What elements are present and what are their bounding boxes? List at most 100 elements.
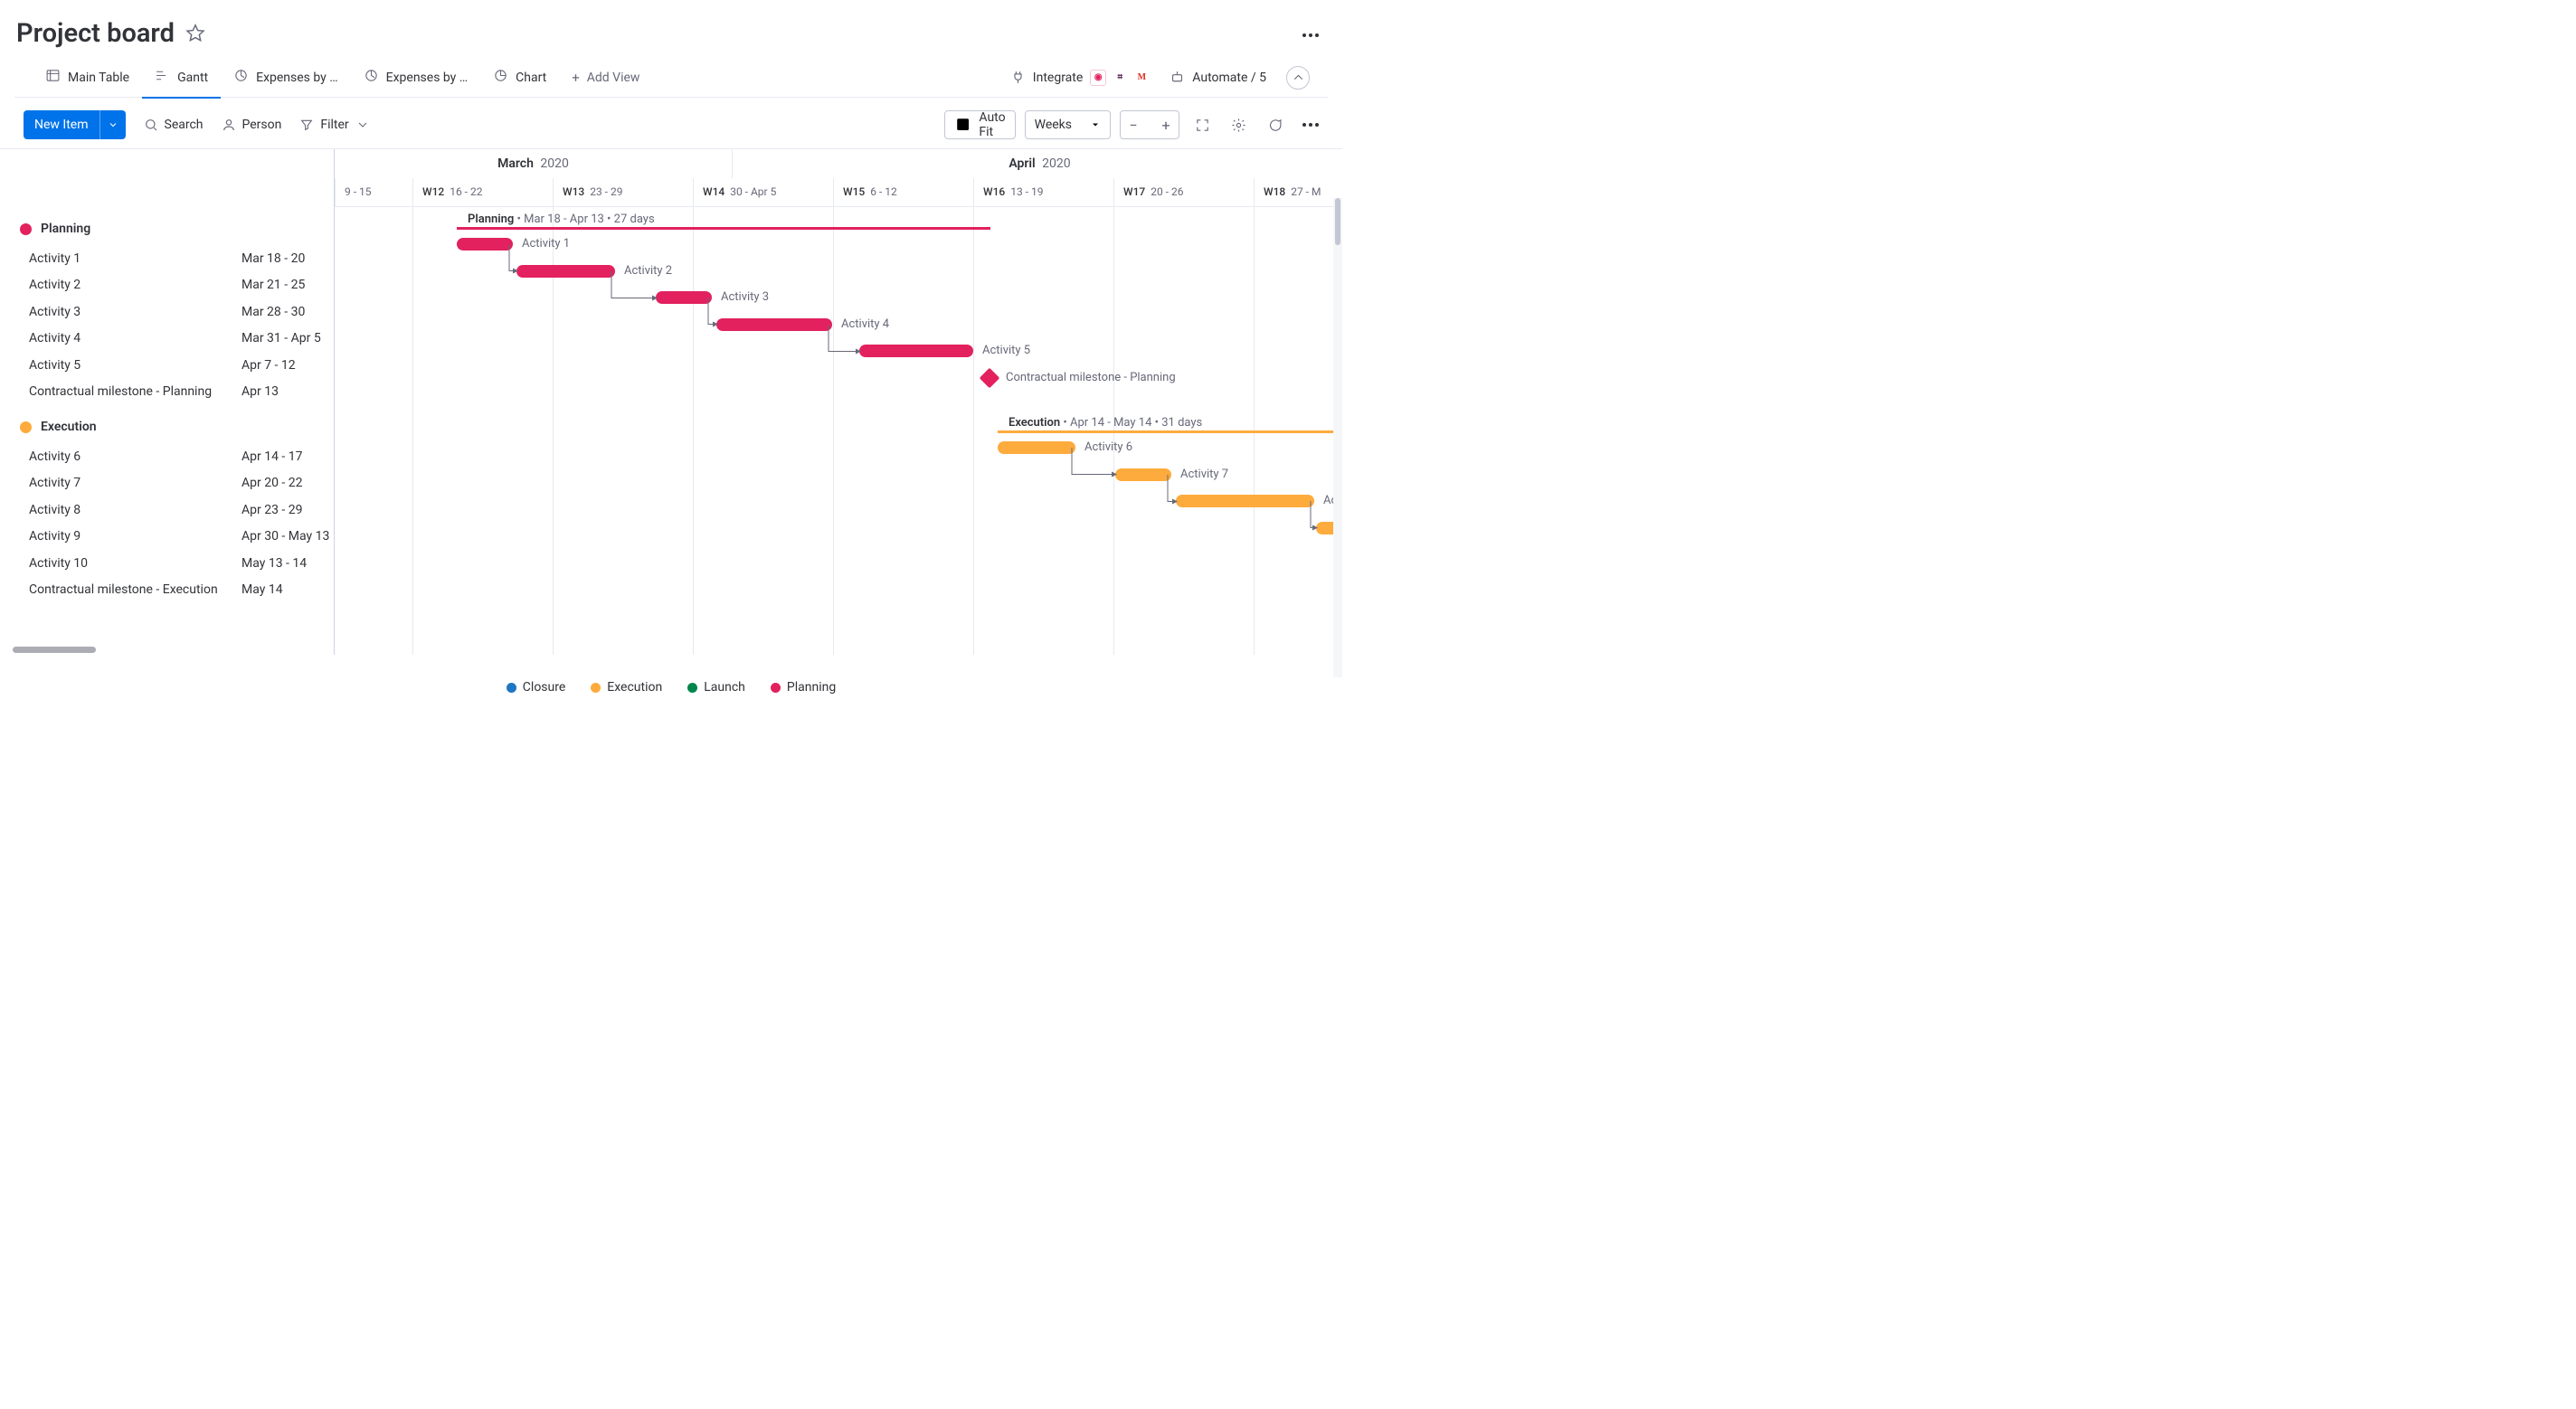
sidebar-scrollbar[interactable] bbox=[13, 647, 96, 653]
milestone-label: Contractual milestone - Planning bbox=[1006, 371, 1176, 384]
gantt-sidebar: PlanningActivity 1Mar 18 - 20Activity 2M… bbox=[0, 149, 335, 655]
legend-item[interactable]: Planning bbox=[771, 680, 836, 695]
plug-icon bbox=[1010, 70, 1026, 85]
task-row[interactable]: Activity 6Apr 14 - 17 bbox=[0, 443, 334, 470]
task-row[interactable]: Activity 2Mar 21 - 25 bbox=[0, 272, 334, 299]
fit-icon bbox=[954, 116, 971, 133]
chevron-down-icon bbox=[108, 119, 118, 130]
tab-view[interactable]: Chart bbox=[480, 58, 559, 98]
filter-button[interactable]: Filter bbox=[299, 118, 369, 132]
task-row[interactable]: Activity 10May 13 - 14 bbox=[0, 550, 334, 577]
task-row[interactable]: Contractual milestone - PlanningApr 13 bbox=[0, 379, 334, 406]
legend-item[interactable]: Launch bbox=[687, 680, 745, 695]
group-header[interactable]: Execution bbox=[0, 416, 334, 438]
group-header[interactable]: Planning bbox=[0, 218, 334, 240]
task-row[interactable]: Activity 8Apr 23 - 29 bbox=[0, 496, 334, 524]
task-name: Activity 4 bbox=[29, 331, 242, 345]
group-name: Execution bbox=[41, 420, 97, 434]
gantt-bar[interactable] bbox=[516, 265, 615, 278]
board-header: Project board bbox=[0, 0, 1342, 58]
legend-swatch bbox=[771, 683, 781, 693]
dependency-connector bbox=[1305, 499, 1327, 534]
gantt-bar[interactable] bbox=[859, 345, 973, 357]
comment-button[interactable] bbox=[1261, 111, 1288, 138]
new-item-dropdown[interactable] bbox=[99, 110, 126, 139]
add-view-button[interactable]: +Add View bbox=[559, 70, 652, 86]
chat-icon bbox=[1267, 118, 1283, 133]
task-row[interactable]: Activity 7Apr 20 - 22 bbox=[0, 470, 334, 497]
task-row[interactable]: Activity 5Apr 7 - 12 bbox=[0, 352, 334, 379]
dependency-connector bbox=[1066, 446, 1126, 480]
group-summary-bar[interactable] bbox=[457, 227, 990, 230]
task-name: Contractual milestone - Execution bbox=[29, 582, 242, 597]
tab-label: Expenses by … bbox=[256, 71, 338, 85]
gantt-bar[interactable] bbox=[998, 441, 1075, 454]
ellipsis-icon bbox=[1302, 123, 1319, 127]
task-name: Contractual milestone - Planning bbox=[29, 384, 242, 399]
task-dates: Apr 30 - May 13 bbox=[242, 529, 334, 544]
task-name: Activity 7 bbox=[29, 476, 242, 490]
gantt-bar[interactable] bbox=[1176, 495, 1314, 507]
gantt-bar-label: Activity 7 bbox=[1180, 468, 1228, 481]
more-actions-button[interactable] bbox=[1297, 111, 1324, 138]
group-name: Planning bbox=[41, 222, 90, 236]
plus-icon: + bbox=[572, 70, 580, 86]
tab-icon bbox=[493, 68, 508, 87]
timescale-selected: Weeks bbox=[1035, 118, 1072, 132]
person-icon bbox=[222, 118, 236, 132]
fullscreen-button[interactable] bbox=[1189, 111, 1216, 138]
search-button[interactable]: Search bbox=[144, 118, 204, 132]
task-row[interactable]: Activity 9Apr 30 - May 13 bbox=[0, 524, 334, 551]
week-label: W1430 - Apr 5 bbox=[693, 178, 785, 207]
legend-label: Closure bbox=[523, 680, 565, 695]
task-row[interactable]: Activity 4Mar 31 - Apr 5 bbox=[0, 326, 334, 353]
legend-swatch bbox=[687, 683, 697, 693]
legend-item[interactable]: Execution bbox=[591, 680, 662, 695]
task-dates: Apr 14 - 17 bbox=[242, 449, 334, 464]
tab-label: Main Table bbox=[68, 71, 129, 85]
tab-icon bbox=[233, 68, 249, 87]
task-dates: May 13 - 14 bbox=[242, 556, 334, 571]
automate-button[interactable]: Automate / 5 bbox=[1170, 70, 1266, 85]
task-dates: Apr 23 - 29 bbox=[242, 503, 334, 517]
tab-view[interactable]: Main Table bbox=[33, 58, 142, 98]
tab-icon bbox=[155, 68, 170, 87]
group-color-dot bbox=[20, 421, 32, 433]
task-row[interactable]: Contractual milestone - ExecutionMay 14 bbox=[0, 577, 334, 604]
timescale-select[interactable]: Weeks bbox=[1025, 110, 1111, 139]
milestone-diamond[interactable] bbox=[980, 367, 1000, 388]
auto-fit-button[interactable]: Auto Fit bbox=[944, 110, 1015, 139]
tab-view[interactable]: Gantt bbox=[142, 58, 221, 98]
dependency-connector bbox=[703, 296, 727, 330]
legend-label: Execution bbox=[607, 680, 662, 695]
integrate-button[interactable]: Integrate ◉ ⌗ M bbox=[1010, 70, 1151, 86]
gantt-bar[interactable] bbox=[716, 318, 832, 331]
tab-view[interactable]: Expenses by … bbox=[221, 58, 351, 98]
legend-label: Planning bbox=[787, 680, 836, 695]
collapse-header-button[interactable] bbox=[1286, 66, 1310, 90]
page-title[interactable]: Project board bbox=[16, 18, 175, 49]
task-dates: Mar 31 - Apr 5 bbox=[242, 331, 334, 345]
week-label: W1720 - 26 bbox=[1113, 178, 1192, 207]
star-icon[interactable] bbox=[185, 24, 205, 43]
settings-button[interactable] bbox=[1225, 111, 1252, 138]
task-row[interactable]: Activity 1Mar 18 - 20 bbox=[0, 245, 334, 272]
task-row[interactable]: Activity 3Mar 28 - 30 bbox=[0, 298, 334, 326]
vertical-scrollbar[interactable] bbox=[1333, 198, 1342, 677]
tab-label: Gantt bbox=[177, 71, 208, 85]
tab-view[interactable]: Expenses by … bbox=[351, 58, 481, 98]
task-dates: Apr 20 - 22 bbox=[242, 476, 334, 490]
zoom-in-button[interactable]: + bbox=[1153, 112, 1179, 137]
chevron-up-icon bbox=[1291, 70, 1306, 85]
search-label: Search bbox=[165, 118, 204, 132]
board-more-menu[interactable] bbox=[1297, 22, 1324, 46]
auto-fit-label: Auto Fit bbox=[979, 110, 1005, 139]
gantt-bar-label: Activity 3 bbox=[721, 290, 769, 304]
task-name: Activity 2 bbox=[29, 278, 242, 292]
group-summary-bar[interactable] bbox=[998, 430, 1342, 433]
gantt-timeline[interactable]: March 2020April 2020 9 - 15W1216 - 22W13… bbox=[335, 149, 1342, 655]
person-filter-button[interactable]: Person bbox=[222, 118, 282, 132]
new-item-button[interactable]: New Item bbox=[24, 110, 126, 139]
legend-item[interactable]: Closure bbox=[507, 680, 565, 695]
zoom-out-button[interactable]: − bbox=[1121, 112, 1146, 137]
